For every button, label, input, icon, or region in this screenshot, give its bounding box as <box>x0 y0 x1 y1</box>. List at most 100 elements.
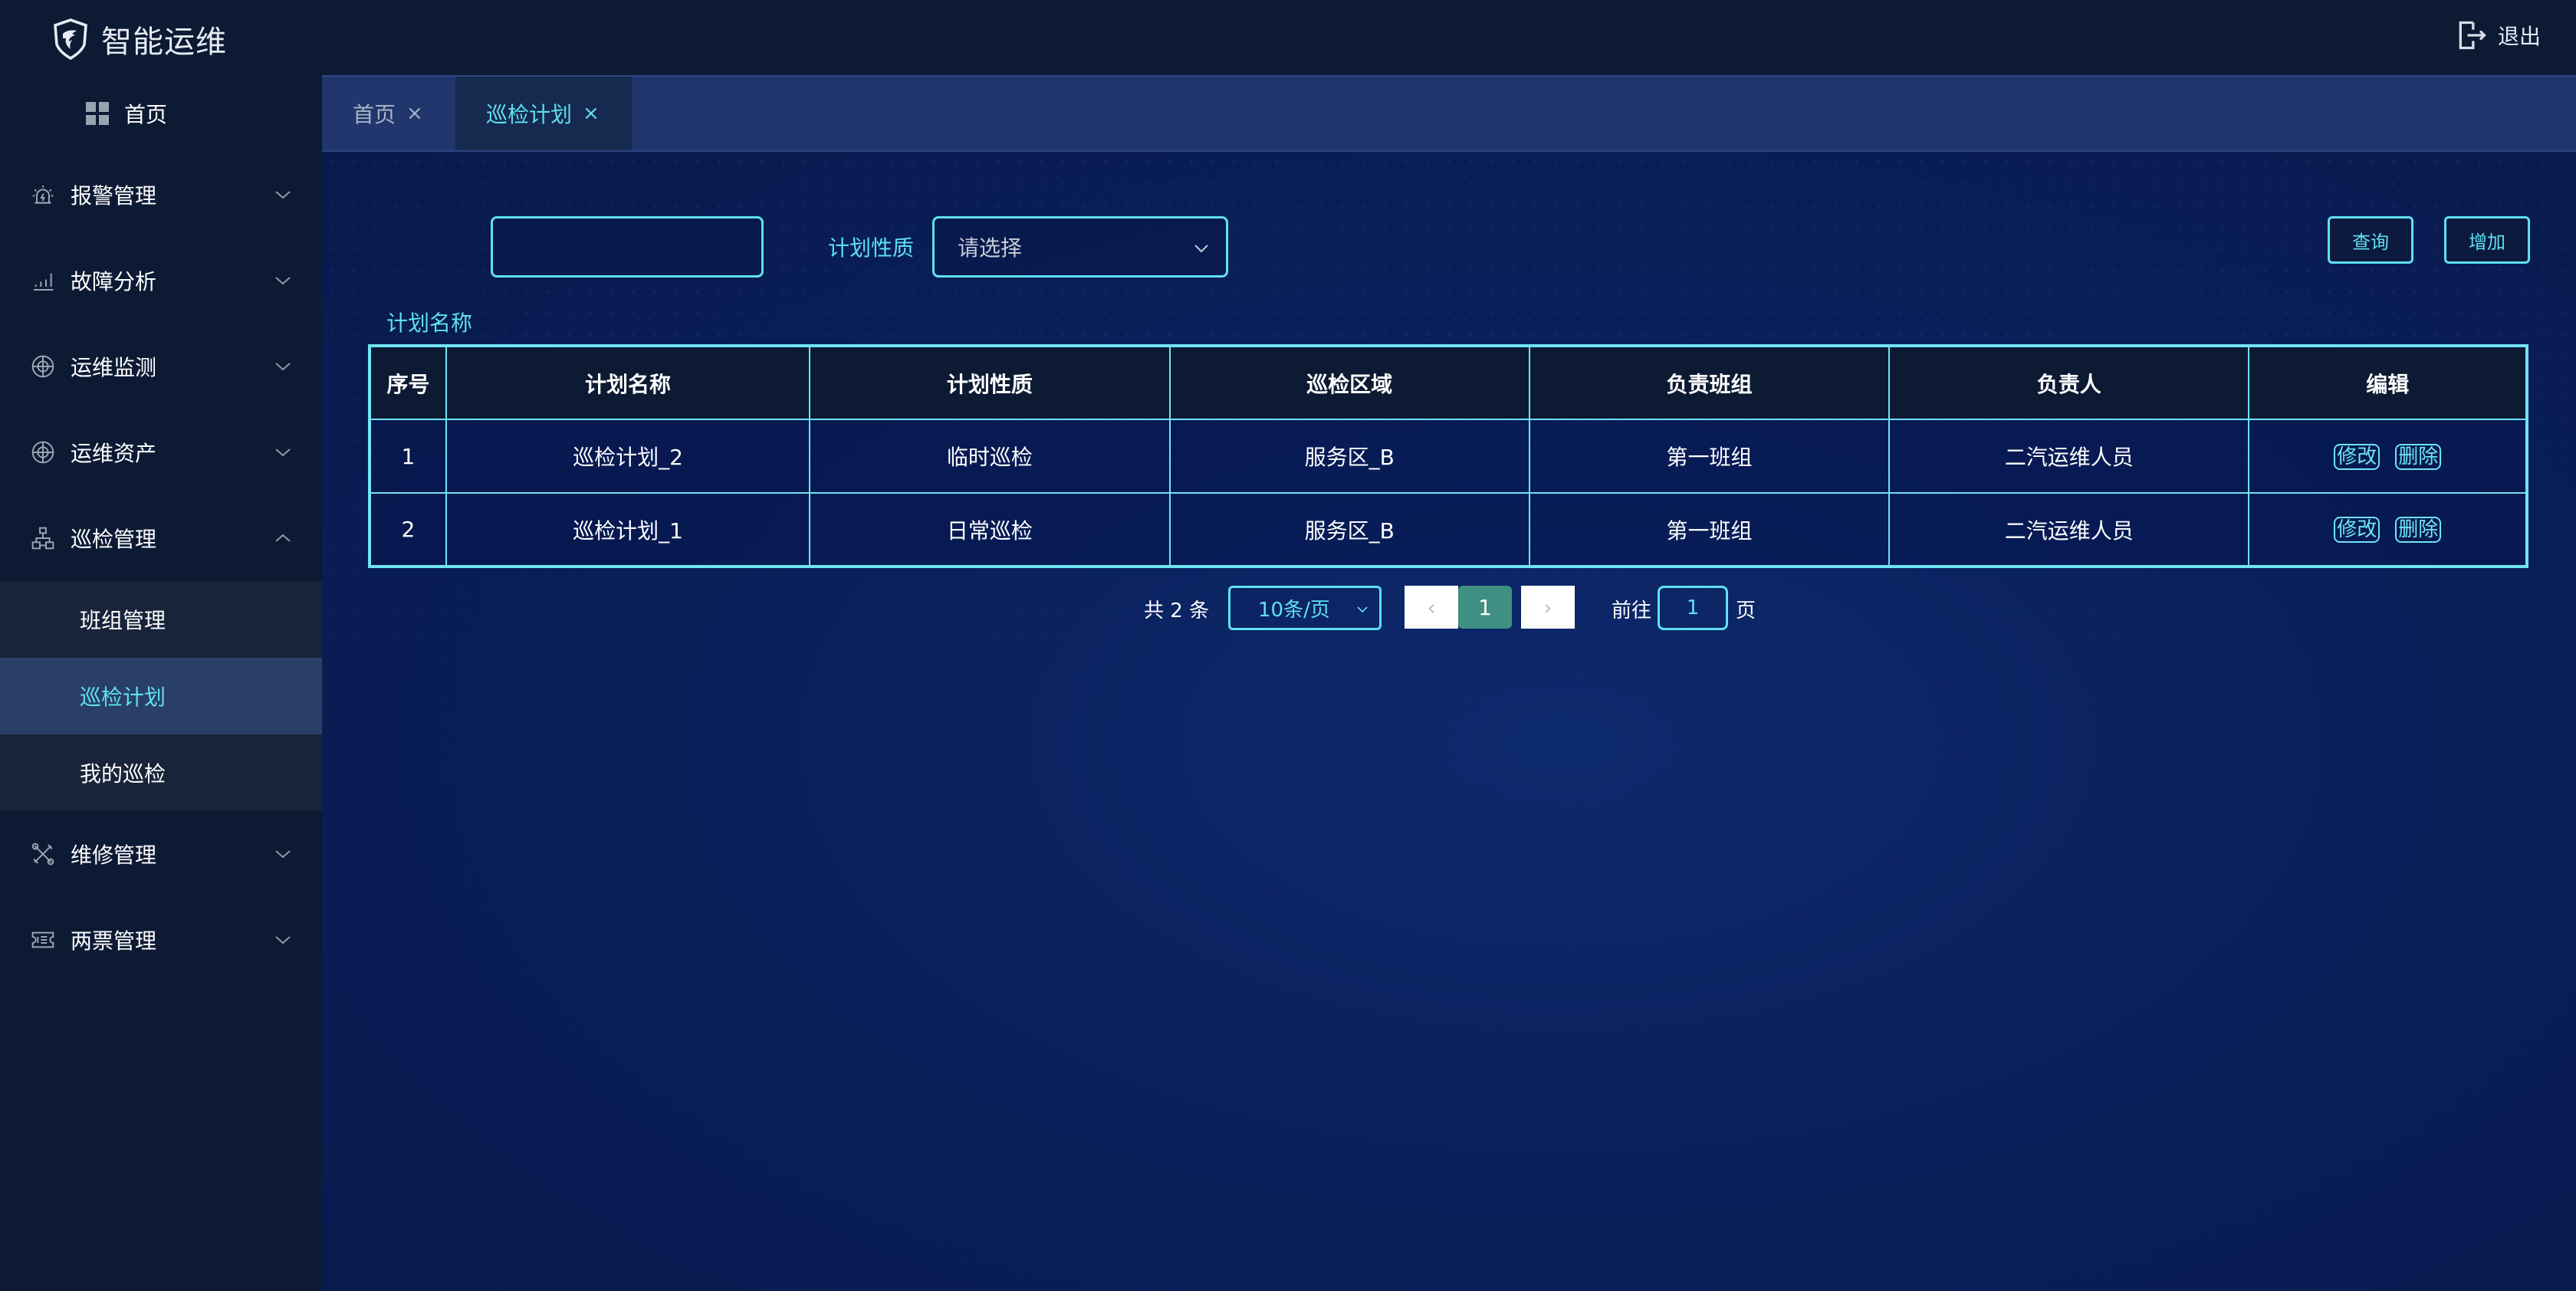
next-page-button[interactable]: › <box>1521 586 1575 629</box>
plan-name-label: 计划名称 <box>386 310 473 336</box>
column-header-index: 序号 <box>369 345 447 420</box>
chevron-down-icon <box>275 277 291 285</box>
cell-area: 服务区_B <box>1168 492 1530 567</box>
tab-label: 首页 <box>353 102 396 127</box>
plan-type-label: 计划性质 <box>828 235 915 261</box>
pagination: 共 2 条 10条/页 ‹ 1 › 前往 页 <box>322 586 2576 632</box>
query-button[interactable]: 查询 <box>2328 216 2413 264</box>
cell-owner: 二汽运维人员 <box>1888 419 2250 494</box>
chevron-down-icon <box>275 191 291 199</box>
sidebar-group-monitoring[interactable]: 运维监测 <box>0 324 322 409</box>
sidebar-group-maintenance[interactable]: 维修管理 <box>0 811 322 897</box>
target-icon <box>31 354 55 379</box>
inspection-submenu: 班组管理 巡检计划 我的巡检 <box>0 581 322 811</box>
page-size-select[interactable]: 10条/页 <box>1228 586 1382 630</box>
goto-label: 前往 <box>1612 600 1652 623</box>
cell-area: 服务区_B <box>1168 419 1530 494</box>
tab-inspection-plan[interactable]: 巡检计划 × <box>455 77 632 150</box>
column-header-area: 巡检区域 <box>1168 345 1530 420</box>
top-header: 智能运维 退出 <box>0 0 2576 75</box>
cell-team: 第一班组 <box>1528 492 1891 567</box>
tab-home[interactable]: 首页 × <box>322 77 455 150</box>
delete-button[interactable]: 删除 <box>2395 443 2442 470</box>
chevron-down-icon <box>1357 606 1368 613</box>
page-size-value: 10条/页 <box>1258 598 1330 622</box>
cell-index: 1 <box>369 419 447 494</box>
sidebar-item-my-inspection[interactable]: 我的巡检 <box>0 734 322 811</box>
close-icon[interactable]: × <box>406 102 423 125</box>
sidebar-group-label: 维修管理 <box>71 843 157 868</box>
column-header-owner: 负责人 <box>1888 345 2250 420</box>
edit-button[interactable]: 修改 <box>2334 443 2380 470</box>
tab-label: 巡检计划 <box>486 102 573 127</box>
cell-name: 巡检计划_2 <box>445 419 811 494</box>
chevron-up-icon <box>275 534 291 542</box>
page-number-current[interactable]: 1 <box>1458 586 1512 629</box>
page-suffix-label: 页 <box>1736 600 1756 623</box>
main-content: 首页 × 巡检计划 × 计划名称 计划性质 请选择 查询 增加 序号 计划名称 … <box>322 75 2576 1291</box>
chevron-down-icon <box>1194 245 1208 253</box>
add-button[interactable]: 增加 <box>2444 216 2530 264</box>
sidebar-group-label: 运维监测 <box>71 355 157 380</box>
tab-bar: 首页 × 巡检计划 × <box>322 75 2576 152</box>
column-header-edit: 编辑 <box>2248 345 2528 420</box>
cell-owner: 二汽运维人员 <box>1888 492 2250 567</box>
grid-icon <box>86 102 109 125</box>
delete-button[interactable]: 删除 <box>2395 517 2442 543</box>
cell-type: 临时巡检 <box>809 419 1171 494</box>
ticket-icon <box>31 928 55 952</box>
target-icon <box>31 440 55 465</box>
sidebar-item-home[interactable]: 首页 <box>0 75 322 152</box>
app-logo: 智能运维 <box>52 17 227 61</box>
cell-index: 2 <box>369 492 447 567</box>
prev-page-button[interactable]: ‹ <box>1405 586 1458 629</box>
cell-actions: 修改 删除 <box>2248 492 2528 567</box>
sidebar-group-tickets[interactable]: 两票管理 <box>0 897 322 983</box>
shield-logo-icon <box>54 18 87 60</box>
total-count: 共 2 条 <box>1144 600 1210 623</box>
table-row: 2 巡检计划_1 日常巡检 服务区_B 第一班组 二汽运维人员 修改 删除 <box>369 492 2528 567</box>
chevron-down-icon <box>275 363 291 371</box>
sidebar-item-label: 首页 <box>124 102 168 127</box>
sidebar-group-fault-analysis[interactable]: 故障分析 <box>0 238 322 324</box>
plan-table: 序号 计划名称 计划性质 巡检区域 负责班组 负责人 编辑 1 巡检计划_2 临… <box>368 344 2528 568</box>
close-icon[interactable]: × <box>583 102 600 125</box>
app-title: 智能运维 <box>101 25 227 60</box>
table-header-row: 序号 计划名称 计划性质 巡检区域 负责班组 负责人 编辑 <box>369 345 2528 420</box>
plan-type-select[interactable]: 请选择 <box>932 216 1228 278</box>
column-header-type: 计划性质 <box>809 345 1171 420</box>
sidebar-group-label: 两票管理 <box>71 928 157 954</box>
goto-page-field[interactable] <box>1658 586 1728 630</box>
chevron-down-icon <box>275 850 291 859</box>
sidebar-group-label: 运维资产 <box>71 441 157 466</box>
logout-label: 退出 <box>2497 24 2541 49</box>
chevron-down-icon <box>275 936 291 944</box>
org-structure-icon <box>31 526 55 550</box>
sidebar-group-label: 故障分析 <box>71 269 157 294</box>
plan-name-input[interactable] <box>493 218 761 275</box>
sidebar-group-label: 巡检管理 <box>71 527 157 552</box>
tools-icon <box>31 842 55 866</box>
column-header-team: 负责班组 <box>1528 345 1891 420</box>
sidebar-item-team-management[interactable]: 班组管理 <box>0 581 322 658</box>
table-row: 1 巡检计划_2 临时巡检 服务区_B 第一班组 二汽运维人员 修改 删除 <box>369 419 2528 494</box>
cell-type: 日常巡检 <box>809 492 1171 567</box>
cell-name: 巡检计划_1 <box>445 492 811 567</box>
sidebar-group-inspection[interactable]: 巡检管理 <box>0 495 322 581</box>
logout-button[interactable]: 退出 <box>2455 18 2541 52</box>
bar-chart-icon <box>31 268 55 293</box>
cell-actions: 修改 删除 <box>2248 419 2528 494</box>
sidebar: 首页 报警管理 故障分析 运维监测 运维资产 巡检管理 班组管理 巡检计划 我的… <box>0 75 322 1291</box>
logout-icon <box>2459 21 2486 50</box>
goto-page-input[interactable] <box>1660 588 1726 628</box>
plan-name-field[interactable] <box>491 216 764 278</box>
edit-button[interactable]: 修改 <box>2334 517 2380 543</box>
sidebar-group-label: 报警管理 <box>71 183 157 209</box>
sidebar-item-inspection-plan[interactable]: 巡检计划 <box>0 658 322 734</box>
column-header-name: 计划名称 <box>445 345 811 420</box>
sidebar-group-assets[interactable]: 运维资产 <box>0 409 322 495</box>
alarm-light-icon <box>31 182 55 207</box>
sidebar-group-alarm[interactable]: 报警管理 <box>0 152 322 238</box>
plan-type-placeholder: 请选择 <box>958 235 1023 261</box>
chevron-down-icon <box>275 448 291 457</box>
